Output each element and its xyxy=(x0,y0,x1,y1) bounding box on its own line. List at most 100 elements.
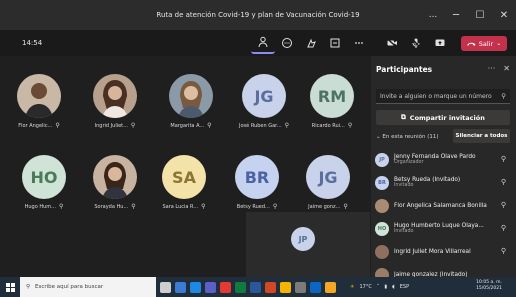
mic-off-icon: ⚲ xyxy=(343,203,348,210)
teams-meeting-window: Ruta de atención Covid-19 y plan de Vacu… xyxy=(0,0,516,297)
participant-name: Ricardo Rui... xyxy=(311,122,345,129)
participant-photo xyxy=(93,155,137,199)
participant-initials-avatar: JG xyxy=(306,155,350,199)
mic-off-icon: ⚲ xyxy=(131,203,136,210)
participant-tile[interactable]: HO Hugo Hum... ⚲ xyxy=(8,143,80,219)
person-photo-icon xyxy=(17,74,61,118)
mute-all-button[interactable]: Silenciar a todos xyxy=(453,129,510,143)
panel-more-icon[interactable]: ··· xyxy=(488,64,496,73)
participants-panel: Participantes ··· ✕ Invite a alguien o m… xyxy=(371,56,516,282)
person-photo-icon xyxy=(93,74,137,118)
volume-icon[interactable]: ◖ xyxy=(392,284,395,290)
participant-tile[interactable]: SA Sara Lucia R... ⚲ xyxy=(148,143,220,219)
mic-off-icon: ⚲ xyxy=(500,224,506,232)
participant-tile[interactable]: BR Betsy Rued... ⚲ xyxy=(221,143,293,219)
participant-name: Flor Angelica Salamanca Bonilla xyxy=(394,202,487,209)
participant-name: Ingrid Juliet... xyxy=(94,122,128,129)
invite-input[interactable]: Invite a alguien o marque un número ⚲ xyxy=(376,89,510,104)
share-screen-icon xyxy=(435,39,445,46)
self-video-tile[interactable]: JP xyxy=(246,212,370,277)
mic-off-button[interactable] xyxy=(404,32,428,54)
participant-avatar: JP xyxy=(375,152,389,167)
chevron-down-icon: ⌄ xyxy=(376,134,381,140)
participant-tile[interactable]: Flor Angelic... ⚲ xyxy=(3,62,75,138)
participant-tile[interactable]: RM Ricardo Rui... ⚲ xyxy=(296,62,368,138)
language-indicator[interactable]: ESP xyxy=(400,284,409,290)
start-button[interactable] xyxy=(0,277,20,297)
invite-placeholder: Invite a alguien o marque un número xyxy=(380,92,492,100)
camera-off-icon xyxy=(386,37,398,49)
participant-name: Hugo Hum... xyxy=(24,203,56,210)
window-title: Ruta de atención Covid-19 y plan de Vacu… xyxy=(156,11,360,19)
mic-off-icon: ⚲ xyxy=(201,203,206,210)
list-item[interactable]: HO Hugo Humberto Luque Olaya... Invitado… xyxy=(371,217,516,240)
participant-photo xyxy=(169,74,213,118)
participant-name: Margarita A... xyxy=(170,122,205,129)
outlook-icon[interactable] xyxy=(310,281,321,293)
participant-photo xyxy=(93,74,137,118)
participants-toggle-button[interactable] xyxy=(251,32,275,54)
taskbar-apps xyxy=(160,277,336,297)
meeting-tools xyxy=(251,30,371,56)
title-bar: Ruta de atención Covid-19 y plan de Vacu… xyxy=(0,0,516,30)
windows-logo-icon xyxy=(5,282,15,292)
weather-icon: ☀ xyxy=(350,284,355,290)
leave-meeting-button[interactable]: Salir ⌄ xyxy=(461,36,507,51)
teams-icon[interactable] xyxy=(205,281,216,293)
tray-expand-icon[interactable]: ˄ xyxy=(377,284,380,290)
mic-off-icon: ⚲ xyxy=(284,122,289,129)
more-actions-button[interactable] xyxy=(347,32,371,54)
taskbar-clock[interactable]: 10:05 a. m. 15/05/2021 xyxy=(476,280,502,292)
meeting-control-bar: 14:54 Salir ⌄ xyxy=(0,30,516,56)
reactions-button[interactable] xyxy=(299,32,323,54)
mic-off-icon: ⚲ xyxy=(130,122,136,129)
app-icon[interactable] xyxy=(325,281,336,293)
participant-name: José Ruben Gar... xyxy=(239,122,282,129)
share-screen-button[interactable] xyxy=(428,32,452,54)
network-icon[interactable]: ▮ xyxy=(384,284,387,290)
close-button[interactable]: ✕ xyxy=(492,0,516,30)
maximize-button[interactable]: ☐ xyxy=(468,0,492,30)
participant-tile[interactable]: JG Jaime gonz... ⚲ xyxy=(292,143,364,219)
participant-tile[interactable]: Sorayda Hu... ⚲ xyxy=(79,143,151,219)
file-explorer-icon[interactable] xyxy=(175,281,186,293)
chrome-icon[interactable] xyxy=(220,281,231,293)
list-item[interactable]: Flor Angelica Salamanca Bonilla ⚲ xyxy=(371,194,516,217)
mic-off-icon xyxy=(411,38,421,48)
list-item[interactable]: JP Jenny Fernanda Olave Pardo Organizado… xyxy=(371,148,516,171)
participant-role: Invitado xyxy=(394,229,414,234)
participant-initials-avatar: HO xyxy=(22,155,66,199)
panel-close-icon[interactable]: ✕ xyxy=(503,64,510,73)
powerpoint-icon[interactable] xyxy=(265,281,276,293)
share-invitation-button[interactable]: ⧉ Compartir invitación xyxy=(376,110,510,125)
mic-off-icon: ⚲ xyxy=(500,178,506,186)
search-icon: ⚲ xyxy=(501,92,506,100)
app-icon[interactable] xyxy=(295,281,306,293)
chat-button[interactable] xyxy=(275,32,299,54)
leave-label: Salir xyxy=(478,39,494,48)
participant-name: Jaime gonz... xyxy=(308,203,341,210)
camera-off-button[interactable] xyxy=(380,32,404,54)
mic-off-icon: ⚲ xyxy=(500,247,506,255)
list-item[interactable]: Ingrid Juliet Mora Villarreal ⚲ xyxy=(371,240,516,263)
participant-tile[interactable]: JG José Ruben Gar... ⚲ xyxy=(228,62,300,138)
participant-initials-avatar: SA xyxy=(162,155,206,199)
rooms-button[interactable] xyxy=(323,32,347,54)
minimize-button[interactable]: ─ xyxy=(444,0,468,30)
participant-tile[interactable]: Ingrid Juliet... ⚲ xyxy=(79,62,151,138)
panel-title: Participantes xyxy=(376,65,433,74)
in-meeting-section-toggle[interactable]: ⌄ En esta reunión (11) xyxy=(376,134,439,140)
weather-temperature: 17°C xyxy=(359,284,372,290)
word-icon[interactable] xyxy=(250,281,261,293)
edge-icon[interactable] xyxy=(190,281,201,293)
more-options-button[interactable]: ... xyxy=(422,0,444,30)
system-tray: ☀ 17°C ˄ ▮ ◖ ESP xyxy=(350,277,409,297)
list-item[interactable]: BR Betsy Rueda (Invitado) Invitado ⚲ xyxy=(371,171,516,194)
task-view-icon[interactable] xyxy=(160,281,171,293)
participant-tile[interactable]: Margarita A... ⚲ xyxy=(155,62,227,138)
excel-icon[interactable] xyxy=(235,281,246,293)
participant-photo xyxy=(17,74,61,118)
taskbar-search-input[interactable]: ⚲ Escribe aquí para buscar xyxy=(20,277,156,297)
folder-icon[interactable] xyxy=(280,281,291,293)
taskbar-search-placeholder: Escribe aquí para buscar xyxy=(35,284,104,290)
